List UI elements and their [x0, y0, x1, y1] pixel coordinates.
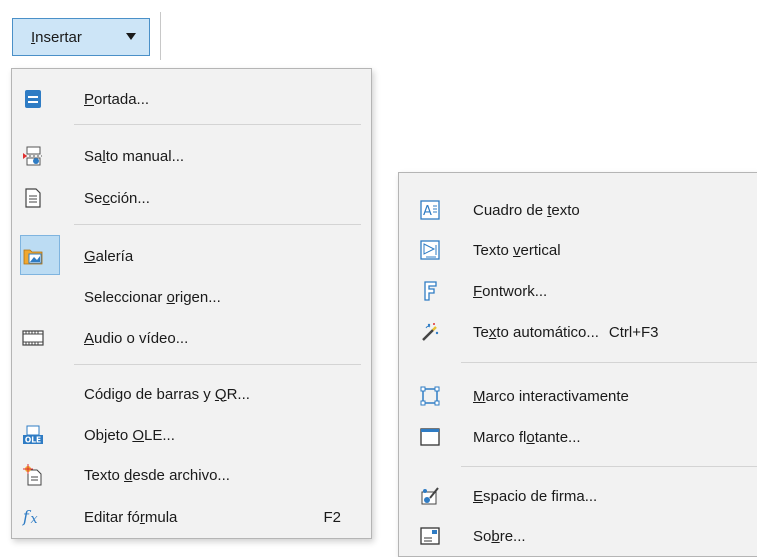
text-from-file-icon: [22, 464, 44, 486]
menu-item-objeto-ole[interactable]: OLE Objeto OLE...: [12, 415, 371, 455]
menu-item-seleccionar-origen[interactable]: Seleccionar origen...: [12, 277, 371, 317]
menu-separator: [74, 224, 361, 225]
page-break-icon: [22, 145, 44, 167]
formula-icon: fx: [22, 506, 44, 528]
vertical-text-icon: [419, 239, 441, 261]
insertar-menu: Portada... Salto manual... Sección... Ga…: [11, 68, 372, 539]
menu-item-seccion[interactable]: Sección...: [12, 178, 371, 218]
magic-wand-icon: [419, 321, 441, 343]
title-page-icon: [22, 88, 44, 110]
frame-icon: [419, 385, 441, 407]
svg-text:A: A: [423, 204, 432, 219]
ole-object-icon: OLE: [22, 424, 44, 446]
insertar-label: Insertar: [31, 28, 82, 46]
submenu-texto: A Cuadro de texto Texto vertical Fontwor…: [398, 172, 757, 557]
menu-item-texto-automatico[interactable]: Texto automático... Ctrl+F3: [399, 312, 757, 352]
menu-separator: [74, 124, 361, 125]
fontwork-icon: [419, 280, 441, 302]
menu-item-codigo-barras-qr[interactable]: Código de barras y QR...: [12, 374, 371, 414]
chevron-down-icon: [126, 33, 136, 40]
menu-item-texto-vertical[interactable]: Texto vertical: [399, 230, 757, 270]
menu-item-audio-video[interactable]: Audio o vídeo...: [12, 318, 371, 358]
menu-separator: [461, 466, 757, 467]
toolbar-separator: [160, 12, 161, 60]
insertar-menu-button[interactable]: Insertar: [12, 18, 150, 56]
menu-item-editar-formula[interactable]: fx Editar fórmula F2: [12, 497, 371, 537]
floating-frame-icon: [419, 426, 441, 448]
menu-item-marco-flotante[interactable]: Marco flotante...: [399, 417, 757, 457]
shortcut-label: F2: [323, 508, 341, 526]
menu-item-marco-interactivamente[interactable]: Marco interactivamente: [399, 376, 757, 416]
menu-separator: [461, 362, 757, 363]
menu-item-cuadro-texto[interactable]: A Cuadro de texto: [399, 190, 757, 230]
svg-text:OLE: OLE: [25, 436, 41, 445]
envelope-icon: [419, 525, 441, 547]
menu-item-salto-manual[interactable]: Salto manual...: [12, 136, 371, 176]
film-icon: [22, 327, 44, 349]
menu-item-galeria[interactable]: Galería: [12, 235, 371, 276]
text-box-icon: A: [419, 199, 441, 221]
gallery-icon: [22, 245, 44, 267]
menu-item-sobre[interactable]: Sobre...: [399, 516, 757, 556]
svg-text:x: x: [30, 511, 37, 526]
menu-item-espacio-firma[interactable]: Espacio de firma...: [399, 476, 757, 516]
signature-icon: [419, 485, 441, 507]
menu-separator: [74, 364, 361, 365]
section-icon: [22, 187, 44, 209]
shortcut-label: Ctrl+F3: [608, 323, 659, 341]
menu-item-fontwork[interactable]: Fontwork...: [399, 271, 757, 311]
menu-item-portada[interactable]: Portada...: [12, 79, 371, 119]
menu-item-texto-desde-archivo[interactable]: Texto desde archivo...: [12, 455, 371, 495]
